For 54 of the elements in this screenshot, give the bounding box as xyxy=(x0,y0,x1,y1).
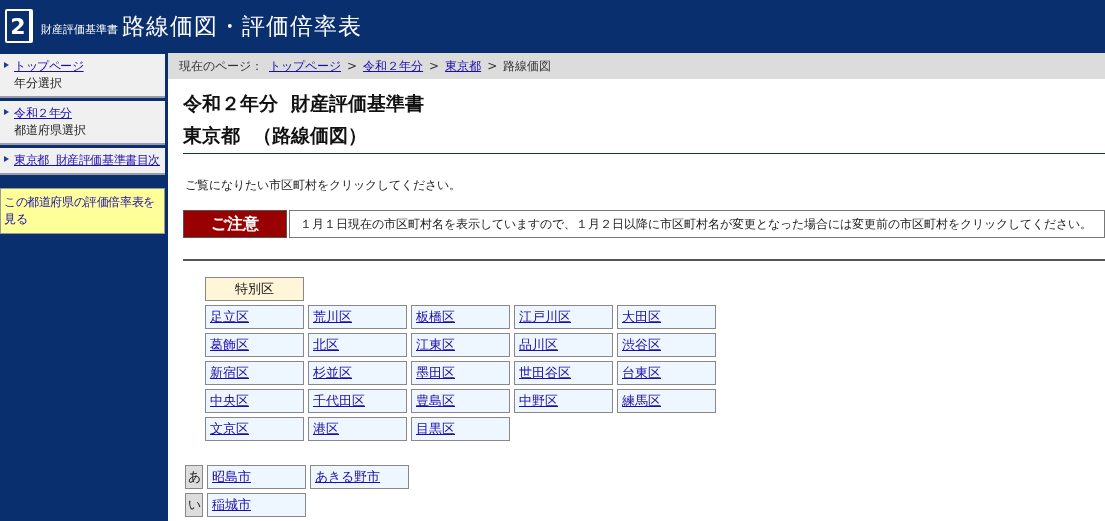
sidebar-caption: 都道府県選択 xyxy=(14,122,87,139)
ward-header: 特別区 xyxy=(205,277,304,301)
triangle-icon xyxy=(4,62,9,68)
ward-link[interactable]: 品川区 xyxy=(519,336,558,354)
breadcrumb-link[interactable]: トップページ xyxy=(269,57,341,75)
ward-link[interactable]: 練馬区 xyxy=(622,392,661,410)
ward-link[interactable]: 豊島区 xyxy=(416,392,455,410)
sidebar-caption: 年分選択 xyxy=(14,75,63,92)
ward-link[interactable]: 江戸川区 xyxy=(519,308,571,326)
ward-link[interactable]: 中野区 xyxy=(519,392,558,410)
ward-link[interactable]: 北区 xyxy=(313,336,339,354)
rate-table-link[interactable]: この都道府県の評価倍率表を見る xyxy=(4,194,161,228)
ward-link[interactable]: 杉並区 xyxy=(313,364,352,382)
triangle-icon xyxy=(4,156,9,162)
chevron-icon: > xyxy=(487,59,498,73)
book-logo: 2 xyxy=(5,9,33,43)
notice-text: １月１日現在の市区町村名を表示していますので、１月２日以降に市区町村名が変更となった場合には変更前の市区町村をクリックしてください。 xyxy=(289,210,1105,238)
site-title: 路線価図・評価倍率表 xyxy=(122,11,362,41)
city-link[interactable]: 稲城市 xyxy=(212,496,251,514)
ward-link[interactable]: 葛飾区 xyxy=(210,336,249,354)
ward-link[interactable]: 板橋区 xyxy=(416,308,455,326)
notice-label: ご注意 xyxy=(183,210,287,238)
ward-link[interactable]: 港区 xyxy=(313,420,339,438)
ward-link[interactable]: 新宿区 xyxy=(210,364,249,382)
sidebar-link[interactable]: 令和２年分 xyxy=(14,106,72,120)
breadcrumb-link[interactable]: 令和２年分 xyxy=(363,57,424,75)
kana-label: い xyxy=(185,493,203,517)
city-link[interactable]: あきる野市 xyxy=(315,468,380,486)
breadcrumb-link[interactable]: 東京都 xyxy=(445,57,482,75)
ward-link[interactable]: 渋谷区 xyxy=(622,336,661,354)
page-heading: 令和２年分 財産評価基準書 xyxy=(183,91,426,116)
ward-link[interactable]: 目黒区 xyxy=(416,420,455,438)
city-link[interactable]: 昭島市 xyxy=(212,468,251,486)
ward-link[interactable]: 荒川区 xyxy=(313,308,352,326)
site-subtitle: 財産評価基準書 xyxy=(41,21,118,37)
breadcrumb-current: 路線価図 xyxy=(503,57,552,75)
ward-link[interactable]: 千代田区 xyxy=(313,392,365,410)
breadcrumb-label: 現在のページ： xyxy=(179,57,263,75)
sidebar-link[interactable]: 東京都 財産評価基準書目次 xyxy=(14,153,161,167)
kana-label: あ xyxy=(185,465,203,489)
chevron-icon: > xyxy=(429,59,440,73)
triangle-icon xyxy=(4,109,9,115)
ward-link[interactable]: 墨田区 xyxy=(416,364,455,382)
ward-link[interactable]: 台東区 xyxy=(622,364,661,382)
ward-link[interactable]: 江東区 xyxy=(416,336,455,354)
ward-link[interactable]: 大田区 xyxy=(622,308,661,326)
ward-link[interactable]: 足立区 xyxy=(210,308,249,326)
chevron-icon: > xyxy=(347,59,358,73)
ward-link[interactable]: 中央区 xyxy=(210,392,249,410)
ward-link[interactable]: 世田谷区 xyxy=(519,364,571,382)
page-heading: 東京都 （路線価図） xyxy=(183,123,369,148)
ward-link[interactable]: 文京区 xyxy=(210,420,249,438)
sidebar-link[interactable]: トップページ xyxy=(14,59,84,73)
instruction-text: ご覧になりたい市区町村をクリックしてください。 xyxy=(185,177,462,194)
